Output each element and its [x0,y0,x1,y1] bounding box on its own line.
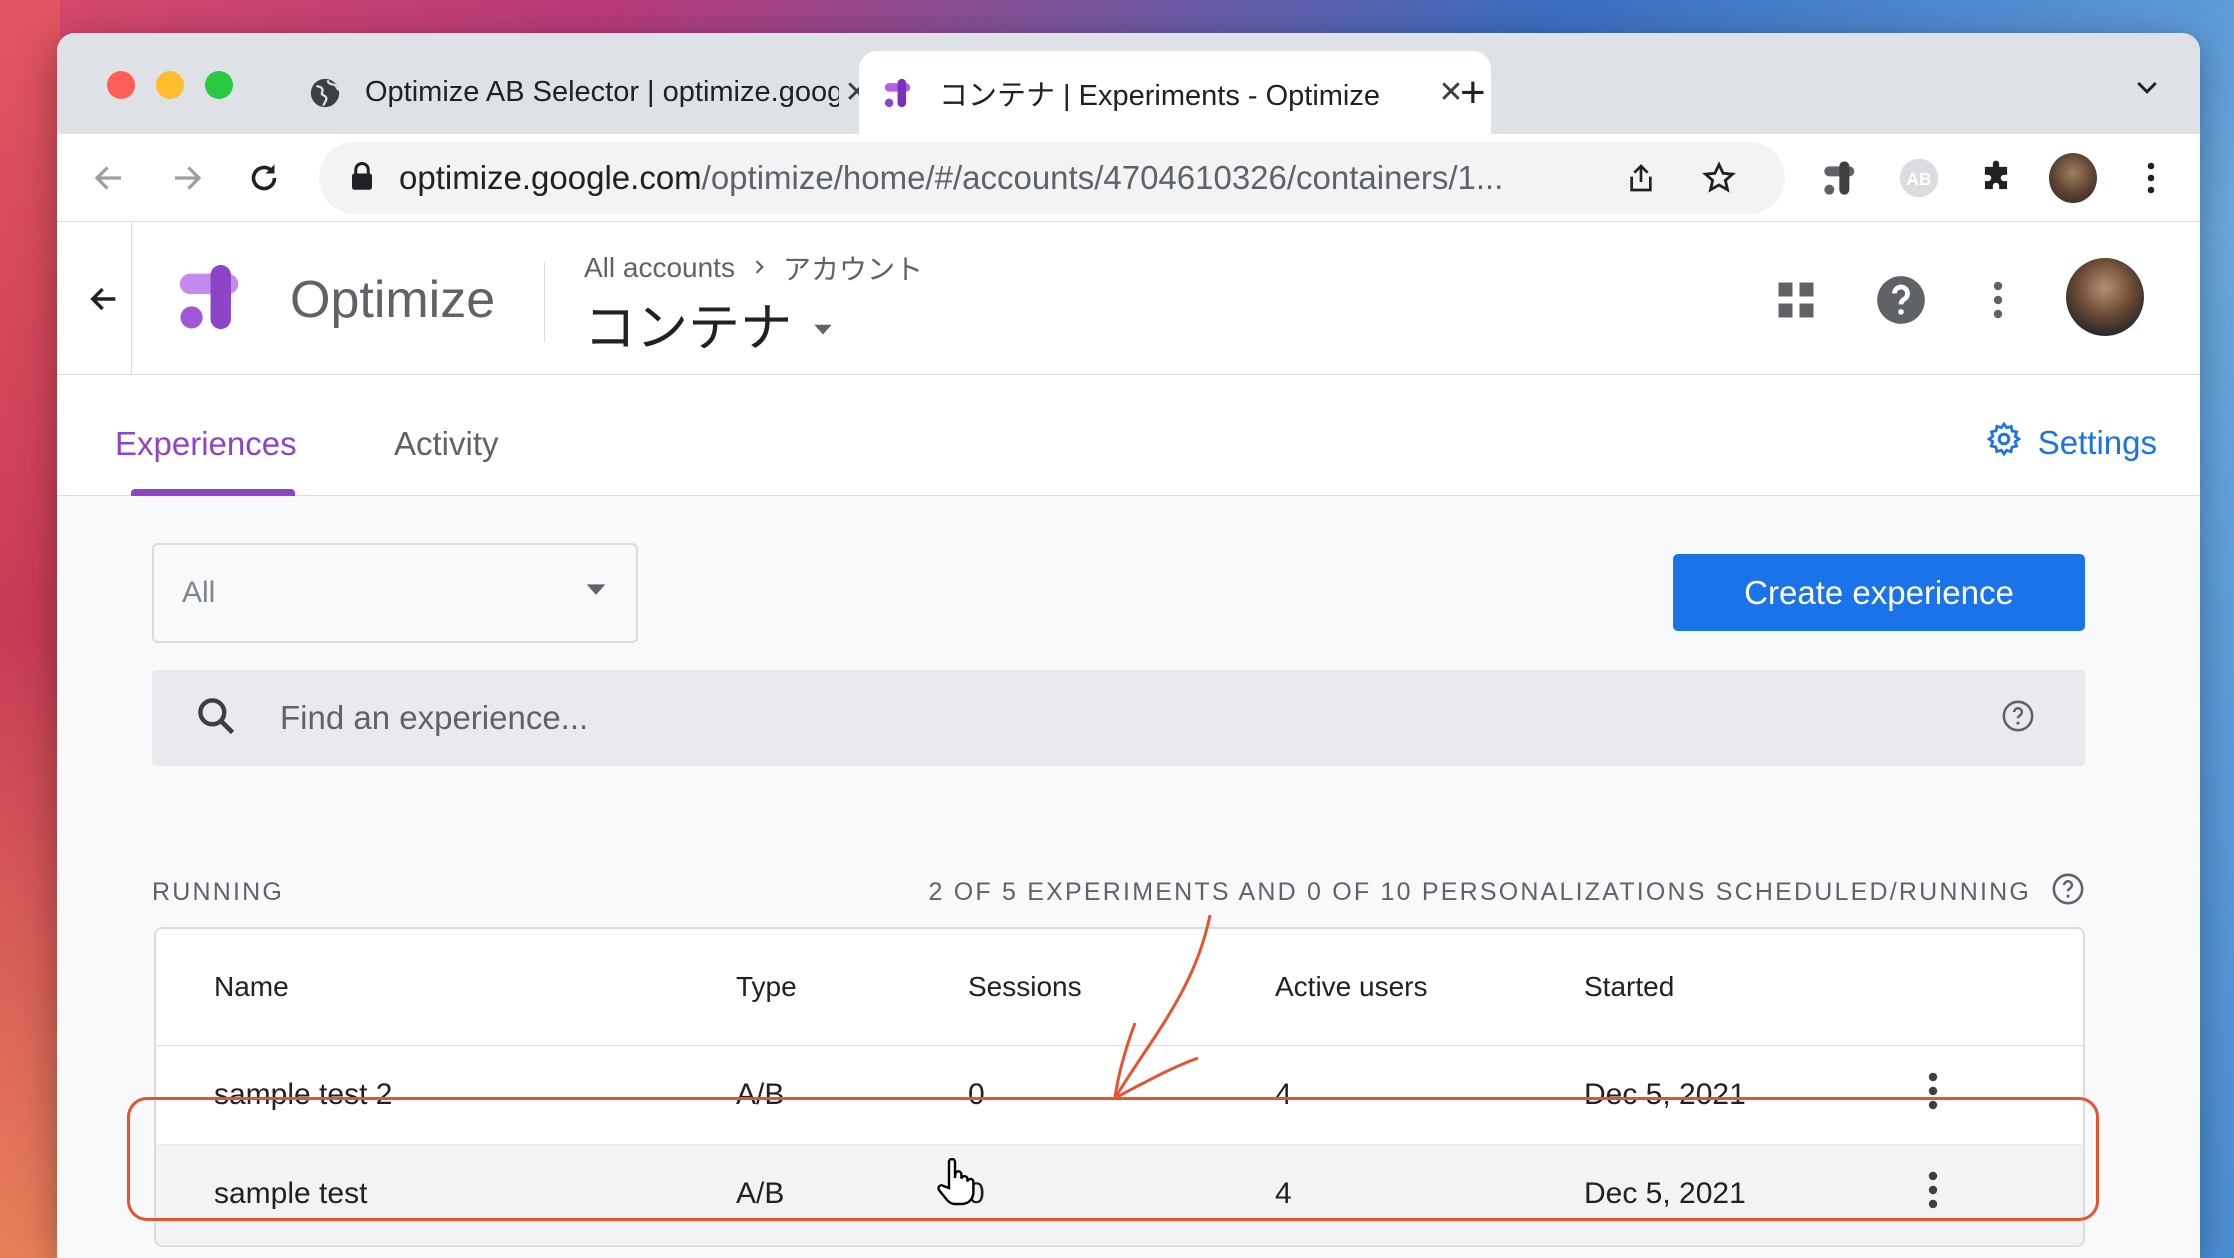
search-input[interactable]: Find an experience... [280,699,2001,737]
tab-strip: Optimize AB Selector | optimize.google ✕… [57,33,2200,134]
app-header: Optimize All accounts アカウント コンテナ [57,222,2200,375]
tab-activity[interactable]: Activity [394,425,499,463]
container-name: コンテナ [584,300,793,358]
optimize-logo-icon[interactable] [177,262,247,337]
browser-menu-icon[interactable] [2127,154,2175,202]
chevron-right-icon [749,252,769,284]
experience-active-users: 4 [1275,1177,1292,1210]
share-icon[interactable] [1621,158,1661,198]
column-header-sessions[interactable]: Sessions [968,971,1082,1003]
experiences-content: All Create experience Find an experience… [57,496,2200,1258]
dropdown-arrow-icon [810,294,836,354]
back-arrow-icon[interactable] [87,156,131,200]
desktop-wallpaper [0,0,60,1258]
more-vert-icon[interactable] [1972,274,2024,326]
settings-label: Settings [2037,424,2157,461]
table-header: Name Type Sessions Active users Started [156,929,2083,1046]
experience-name[interactable]: sample test 2 [214,1078,392,1112]
breadcrumb-account[interactable]: アカウント [783,248,923,288]
divider [544,262,545,342]
close-window-button[interactable] [107,71,135,99]
gear-icon [1986,421,2022,465]
column-header-started[interactable]: Started [1584,971,1674,1003]
experience-tabs: Experiences Activity Settings [57,375,2200,496]
browser-tab-experiments[interactable]: コンテナ | Experiments - Optimize ✕ [859,51,1491,134]
hand-cursor-icon [935,1157,975,1211]
tab-search-chevron-icon[interactable] [2132,73,2162,108]
breadcrumb: All accounts アカウント [584,248,923,288]
table-row[interactable]: sample test 2 A/B 0 4 Dec 5, 2021 [156,1046,2083,1145]
lock-icon[interactable] [349,161,375,196]
column-header-type[interactable]: Type [736,971,797,1003]
minimize-window-button[interactable] [156,71,184,99]
tab-title: Optimize AB Selector | optimize.google [365,76,839,108]
reload-icon[interactable] [242,156,286,200]
optimize-extension-icon[interactable] [1817,154,1865,202]
breadcrumb-all-accounts[interactable]: All accounts [584,252,735,284]
svg-text:AB: AB [1906,169,1931,189]
create-experience-button[interactable]: Create experience [1673,554,2085,631]
experience-started: Dec 5, 2021 [1584,1177,1746,1210]
search-bar[interactable]: Find an experience... [152,670,2085,766]
account-avatar[interactable] [2066,258,2144,336]
search-help-icon[interactable] [2001,699,2035,738]
forward-arrow-icon[interactable] [165,156,209,200]
url-text[interactable]: optimize.google.com/optimize/home/#/acco… [399,159,1639,197]
active-tab-indicator [131,489,295,496]
experience-active-users: 4 [1275,1078,1292,1111]
section-title: RUNNING [152,878,285,906]
section-summary: 2 OF 5 EXPERIMENTS AND 0 OF 10 PERSONALI… [928,878,2031,906]
table-row[interactable]: sample test A/B 0 4 Dec 5, 2021 [156,1145,2083,1244]
profile-avatar[interactable] [2049,153,2097,203]
experience-sessions: 0 [968,1078,985,1111]
status-filter-select[interactable]: All [152,543,638,643]
dropdown-arrow-icon [582,575,610,611]
globe-icon [307,75,343,111]
experience-name[interactable]: sample test [214,1177,367,1211]
apps-grid-icon[interactable] [1770,274,1822,326]
tab-title: コンテナ | Experiments - Optimize [939,79,1381,112]
back-arrow-icon[interactable] [79,274,129,324]
tab-experiences[interactable]: Experiences [115,425,297,463]
column-header-name[interactable]: Name [214,971,289,1003]
row-more-vert-icon[interactable] [1926,1070,1940,1120]
browser-window: Optimize AB Selector | optimize.google ✕… [57,33,2200,1258]
divider [131,222,132,375]
address-bar[interactable]: optimize.google.com/optimize/home/#/acco… [319,142,1785,214]
ab-extension-icon[interactable]: AB [1895,154,1943,202]
experience-type: A/B [736,1177,785,1210]
maximize-window-button[interactable] [205,71,233,99]
help-icon[interactable] [1875,274,1927,326]
filter-value: All [182,576,216,609]
optimize-logo-icon [881,75,917,111]
column-header-active-users[interactable]: Active users [1275,971,1428,1003]
bookmark-star-icon[interactable] [1699,158,1739,198]
new-tab-button[interactable]: + [1460,71,1486,115]
running-section-header: RUNNING 2 OF 5 EXPERIMENTS AND 0 OF 10 P… [152,872,2085,913]
browser-toolbar: optimize.google.com/optimize/home/#/acco… [57,134,2200,222]
row-more-vert-icon[interactable] [1926,1169,1940,1219]
search-icon [194,694,238,743]
app-name: Optimize [290,271,496,329]
url-path: /optimize/home/#/accounts/4704610326/con… [701,159,1504,196]
container-selector[interactable]: コンテナ [584,286,836,361]
url-host: optimize.google.com [399,159,702,196]
summary-help-icon[interactable] [2051,872,2085,913]
running-experiences-table: Name Type Sessions Active users Started … [154,927,2085,1247]
browser-tab-ab-selector[interactable]: Optimize AB Selector | optimize.google ✕ [297,51,897,134]
settings-button[interactable]: Settings [1986,421,2157,465]
experience-started: Dec 5, 2021 [1584,1078,1746,1111]
experience-type: A/B [736,1078,785,1111]
extensions-puzzle-icon[interactable] [1972,154,2020,202]
